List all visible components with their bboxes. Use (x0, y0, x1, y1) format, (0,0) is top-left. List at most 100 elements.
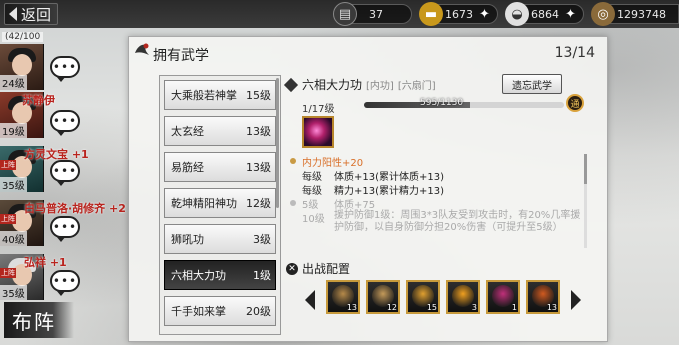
skill-count: 13/14 (554, 45, 595, 61)
forget-skill-button[interactable]: 遗忘武学 (502, 74, 562, 94)
add-gold-button[interactable]: ✦ (479, 7, 490, 22)
skill-orb-icon (302, 116, 334, 148)
hero-roster: (42/100 24级 ••• 苏静伊 19级 ••• 上阵 方灵文宝 +1 3… (0, 28, 126, 345)
battle-slot[interactable]: 1 (486, 280, 520, 314)
battle-config-header: ✕ 出战配置 (286, 260, 350, 277)
hero-level: 35级 (0, 177, 27, 192)
hero-level: 40级 (0, 231, 27, 246)
skill-item[interactable]: 乾坤精阳神功 12级 (164, 188, 276, 218)
skill-name: 太玄经 (171, 125, 204, 138)
skill-item-selected[interactable]: 六相大力功 1级 (164, 260, 276, 290)
chat-bubble-icon[interactable]: ••• (50, 270, 80, 296)
skill-detail-name: 六相大力功 (302, 78, 363, 92)
chat-bubble-icon[interactable]: ••• (50, 110, 80, 136)
effect-label: 每级 (302, 185, 322, 197)
skill-name: 狮吼功 (171, 233, 204, 246)
skill-level-progress: 1/17级 (302, 104, 335, 115)
skill-type: [内功] (366, 81, 394, 92)
effect-value: 体质+75 (334, 199, 376, 211)
gold-ingot-icon: ▬ (419, 2, 443, 26)
crossed-swords-icon: ✕ (286, 262, 298, 275)
resource-gold: ▬ 1673 ✦ (419, 2, 498, 26)
exp-bar (364, 102, 564, 108)
slot-count: 13 (346, 303, 357, 312)
skill-item[interactable]: 千手如来掌 20级 (164, 296, 276, 326)
diamond-icon (283, 77, 299, 92)
chat-bubble-icon[interactable]: ••• (50, 160, 80, 186)
effect-label: 每级 (302, 171, 322, 183)
resource-copper: ◎ 1293748 (591, 2, 679, 26)
effect-value: 精力+13(累计精力+13) (334, 185, 445, 197)
skill-name: 大乘般若神掌 (171, 89, 237, 102)
skill-effects: 内力阳性+20 每级 体质+13(累计体质+13) 每级 精力+13(累计精力+… (290, 154, 584, 248)
exp-text: 595/1130 (420, 98, 464, 108)
chat-bubble-icon[interactable]: ••• (50, 56, 80, 82)
fire-aura-icon (452, 285, 474, 307)
bullet-icon (290, 200, 296, 206)
battle-config-title: 出战配置 (302, 262, 351, 276)
effect-value: 援护防御1级：周围3*3队友受到攻击时，有20%几率援护防御，以自身防御分担20… (334, 210, 581, 233)
battle-slot[interactable]: 13 (526, 280, 560, 314)
effects-scrollbar[interactable] (584, 154, 587, 248)
ticket-count: 37 (369, 7, 383, 21)
ticket-icon: ▤ (333, 2, 357, 26)
copper-coin-icon: ◎ (591, 2, 615, 26)
skill-level: 13级 (246, 125, 271, 138)
roster-count: (42/100 (2, 32, 44, 42)
battle-slot[interactable]: 3 (446, 280, 480, 314)
hero-card[interactable]: 上阵 方灵文宝 +1 35级 ••• (0, 146, 110, 192)
skill-item[interactable]: 易筋经 13级 (164, 152, 276, 182)
skill-list-scrollbar[interactable] (276, 78, 279, 208)
skill-item[interactable]: 太玄经 13级 (164, 116, 276, 146)
effect-row: 10级 援护防御1级：周围3*3队友受到攻击时，有20%几率援护防御，以自身防御… (290, 210, 584, 246)
deployed-tag: 上阵 (0, 214, 16, 224)
slot-count: 1 (511, 303, 517, 312)
skill-name: 六相大力功 (171, 269, 226, 282)
hero-name: 弘祥 +1 (24, 256, 67, 269)
skill-name: 易筋经 (171, 161, 204, 174)
hero-card[interactable]: 上阵 白马普洛·胡修齐 +2 40级 ••• (0, 200, 126, 246)
formation-button[interactable]: 布阵 (4, 302, 74, 338)
top-bar: 返回 ▤ 37 ▬ 1673 ✦ ◒ 6864 ✦ ◎ 1293748 (0, 0, 679, 28)
back-label: 返回 (21, 5, 52, 24)
slot-count: 3 (471, 303, 477, 312)
skill-item[interactable]: 大乘般若神掌 15级 (164, 80, 276, 110)
skill-level: 12级 (246, 197, 271, 210)
upgrade-button[interactable]: 通 (566, 94, 584, 112)
battle-slot[interactable]: 13 (326, 280, 360, 314)
hero-card[interactable]: 上阵 弘祥 +1 35级 ••• (0, 254, 110, 300)
effect-label: 10级 (302, 214, 325, 225)
hero-name: 方灵文宝 +1 (24, 148, 89, 161)
chevron-left-icon (305, 290, 315, 310)
prev-arrow-button[interactable] (302, 286, 318, 314)
effect-row: 5级 体质+75 (290, 196, 584, 211)
scrollbar-thumb[interactable] (584, 154, 587, 184)
back-button[interactable]: 返回 (4, 3, 59, 25)
skill-level: 1级 (253, 269, 271, 282)
resource-ticket: ▤ 37 (333, 2, 412, 26)
battle-slot[interactable]: 12 (366, 280, 400, 314)
battle-slot[interactable]: 15 (406, 280, 440, 314)
add-silver-button[interactable]: ✦ (565, 7, 576, 22)
skill-level: 15级 (246, 89, 271, 102)
slot-count: 15 (426, 303, 437, 312)
skill-item[interactable]: 狮吼功 3级 (164, 224, 276, 254)
skill-list: 大乘般若神掌 15级 太玄经 13级 易筋经 13级 乾坤精阳神功 12级 狮吼… (159, 75, 281, 335)
effect-value: 内力阳性+20 (302, 157, 364, 169)
chat-bubble-icon[interactable]: ••• (50, 216, 80, 242)
ink-seal-icon (135, 43, 149, 55)
panel-title: 拥有武学 (153, 48, 209, 64)
skill-level: 13级 (246, 161, 271, 174)
silver-count: 6864 (531, 7, 559, 21)
hero-name: 苏静伊 (22, 94, 55, 107)
hero-card[interactable]: 苏静伊 19级 ••• (0, 92, 110, 138)
effect-row: 内力阳性+20 (290, 154, 584, 169)
next-arrow-button[interactable] (568, 286, 584, 314)
hero-card[interactable]: 24级 ••• (0, 44, 110, 90)
hero-name: 白马普洛·胡修齐 +2 (24, 202, 126, 215)
copper-count: 1293748 (617, 7, 666, 21)
gold-count: 1673 (445, 7, 473, 21)
skill-name: 乾坤精阳神功 (171, 197, 237, 210)
skill-name: 千手如来掌 (171, 305, 226, 318)
deployed-tag: 上阵 (0, 268, 16, 278)
